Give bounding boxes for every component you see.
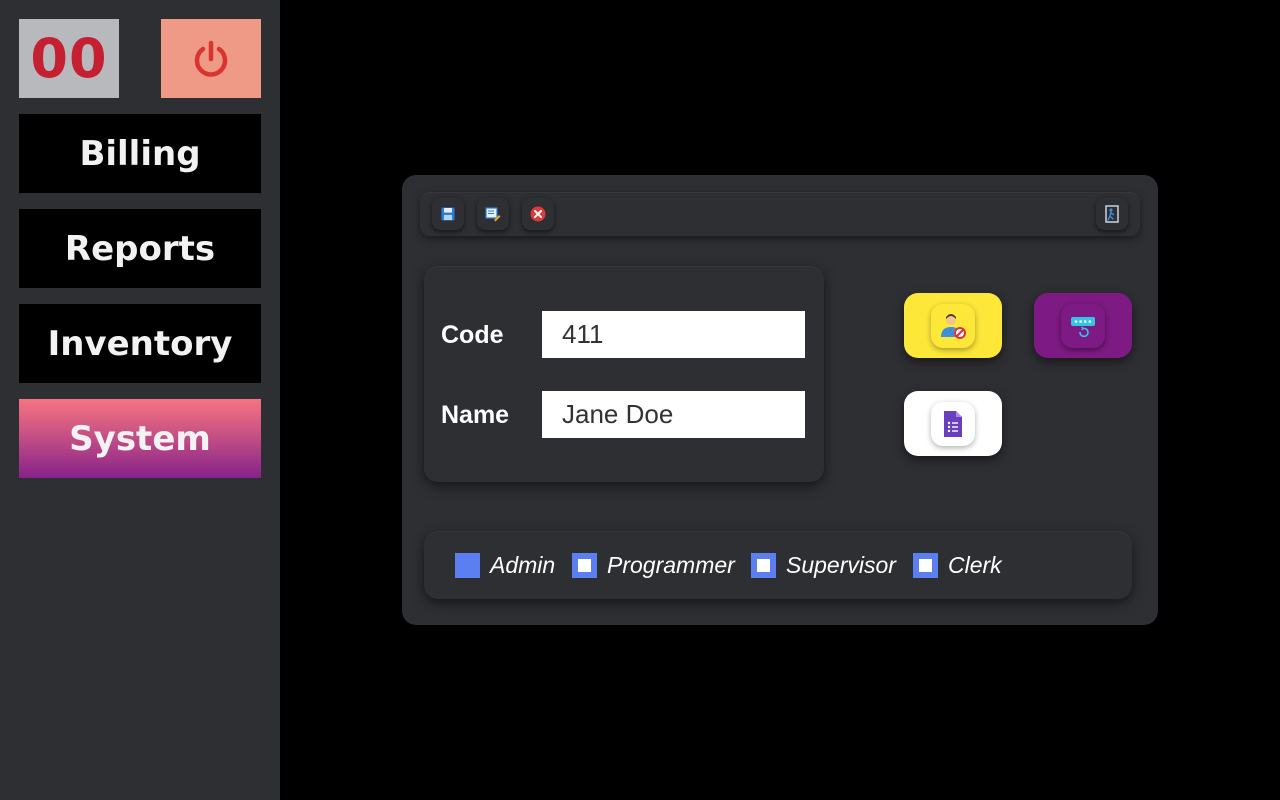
counter-display: 00 [19,19,119,98]
close-icon [530,206,546,222]
role-admin-label: Admin [490,551,556,578]
power-icon [194,40,228,77]
delete-button[interactable] [522,198,554,230]
roles-panel: Admin Programmer Supervisor Clerk [424,531,1132,599]
user-form-panel: Code Name [424,266,824,482]
save-button[interactable] [432,198,464,230]
role-supervisor-label: Supervisor [786,551,896,578]
exit-icon [1105,205,1119,223]
code-label: Code [441,321,504,349]
role-clerk-checkbox[interactable]: Clerk [913,552,1002,578]
block-user-icon [941,313,966,339]
name-input[interactable] [542,391,805,438]
nav-billing-button[interactable]: Billing [19,114,261,193]
checkbox-unchecked[interactable] [751,552,776,578]
role-supervisor-checkbox[interactable]: Supervisor [751,552,896,578]
sidebar: 00 Billing Reports Inventory System [0,0,280,800]
role-programmer-checkbox[interactable]: Programmer [572,552,735,578]
nav-system-button[interactable]: System [19,399,261,478]
nav-reports-button[interactable]: Reports [19,209,261,288]
form-document-icon [944,410,962,437]
reset-password-icon [1071,316,1095,337]
role-programmer-label: Programmer [607,551,735,578]
checkbox-unchecked[interactable] [913,552,938,578]
exit-button[interactable] [1096,198,1128,230]
block-user-button[interactable] [904,293,1002,358]
role-clerk-label: Clerk [948,551,1002,578]
name-label: Name [441,401,510,429]
checkbox-checked[interactable] [455,552,480,578]
checkbox-unchecked[interactable] [572,552,597,578]
reset-password-button[interactable] [1034,293,1132,358]
user-dialog: Code Name [402,175,1158,625]
save-icon [441,207,455,221]
edit-icon [485,207,501,222]
form-document-button[interactable] [904,391,1002,456]
edit-button[interactable] [477,198,509,230]
toolbar [420,192,1140,236]
code-input[interactable] [542,311,805,358]
nav-inventory-button[interactable]: Inventory [19,304,261,383]
power-button[interactable] [161,19,261,98]
role-admin-checkbox[interactable]: Admin [455,552,555,578]
